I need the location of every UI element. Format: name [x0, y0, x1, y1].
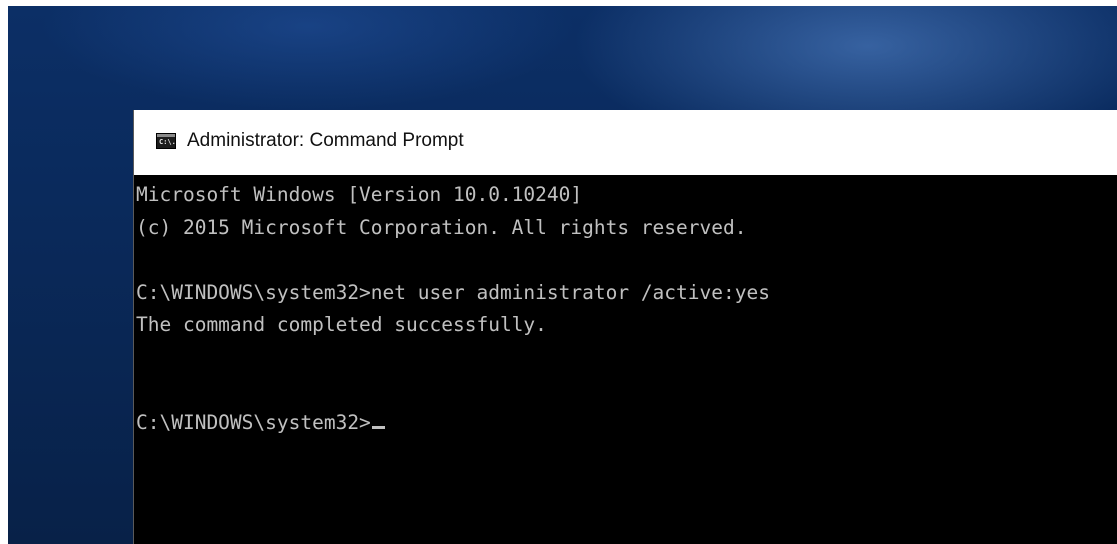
desktop-background: C:\. Administrator: Command Prompt Micro… — [8, 6, 1117, 544]
prompt-line[interactable]: C:\WINDOWS\system32> — [136, 407, 1117, 440]
console-line: (c) 2015 Microsoft Corporation. All righ… — [136, 215, 747, 239]
cmd-icon-glyph: C:\. — [159, 138, 176, 146]
text-cursor — [371, 425, 385, 429]
console-line: C:\WINDOWS\system32>net user administrat… — [136, 280, 770, 304]
console-line: Microsoft Windows [Version 10.0.10240] — [136, 183, 583, 206]
cmd-icon: C:\. — [156, 133, 176, 149]
window-title: Administrator: Command Prompt — [187, 130, 464, 151]
cmd-icon-bar — [157, 134, 175, 137]
console-line: The command completed successfully. — [136, 313, 547, 336]
title-bar[interactable]: C:\. Administrator: Command Prompt — [134, 110, 1117, 175]
console-output[interactable]: Microsoft Windows [Version 10.0.10240] (… — [134, 175, 1117, 544]
command-prompt-window[interactable]: C:\. Administrator: Command Prompt Micro… — [133, 110, 1117, 544]
prompt-text: C:\WINDOWS\system32> — [136, 410, 371, 434]
